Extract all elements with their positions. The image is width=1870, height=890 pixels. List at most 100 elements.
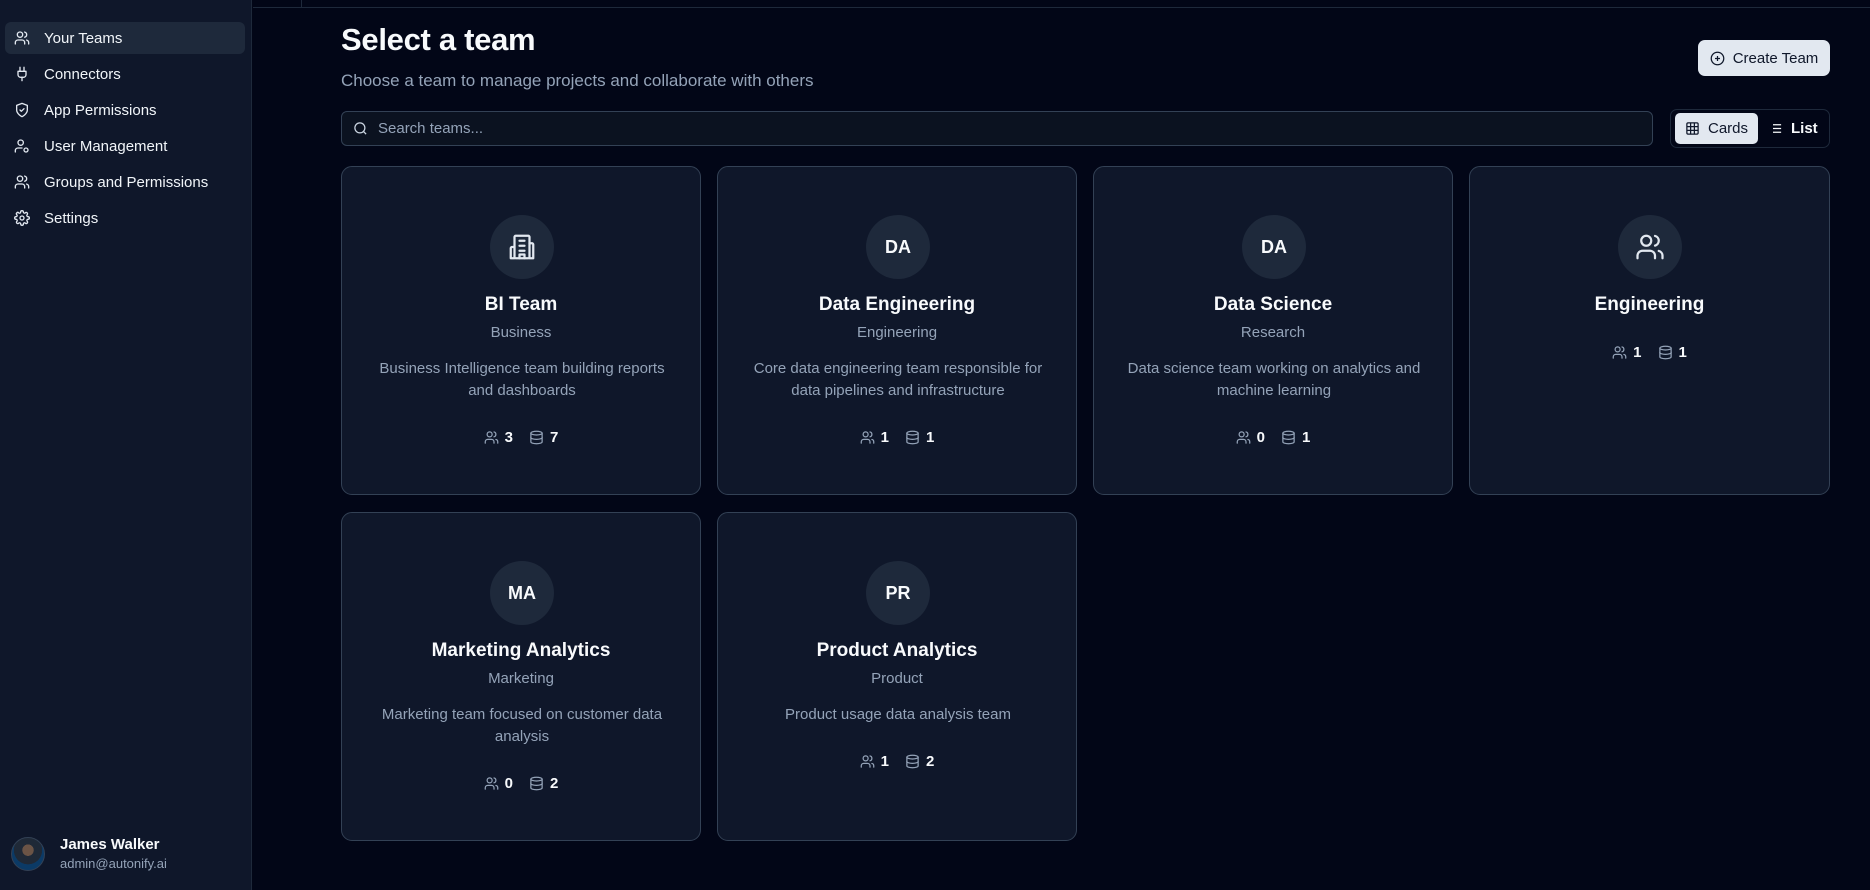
member-count: 0 [504, 775, 513, 792]
team-initials: PR [866, 561, 930, 625]
users-icon [1612, 346, 1627, 359]
member-count: 3 [504, 429, 513, 446]
plug-icon [14, 66, 30, 82]
user-email: admin@autonify.ai [60, 856, 167, 871]
team-stats: 3 7 [342, 429, 700, 446]
list-view-button[interactable]: List [1758, 113, 1828, 144]
team-card-data-engineering[interactable]: DA Data Engineering Engineering Core dat… [717, 166, 1077, 495]
sidebar-nav: Your Teams Connectors App Permissions Us… [5, 22, 245, 238]
search-input[interactable] [376, 119, 1580, 138]
dataset-count: 1 [926, 429, 935, 446]
team-description: Core data engineering team responsible f… [753, 360, 1043, 399]
sidebar: Your Teams Connectors App Permissions Us… [0, 0, 252, 890]
avatar [11, 836, 45, 871]
sidebar-item-connectors[interactable]: Connectors [5, 58, 245, 90]
team-name: Engineering [1594, 294, 1705, 315]
users-icon [860, 431, 875, 444]
sidebar-item-groups-and-permissions[interactable]: Groups and Permissions [5, 166, 245, 198]
sidebar-item-label: Groups and Permissions [44, 173, 209, 191]
users-icon [14, 174, 30, 190]
dataset-count: 2 [550, 775, 559, 792]
team-initials: DA [866, 215, 930, 279]
team-card-data-science[interactable]: DA Data Science Research Data science te… [1093, 166, 1453, 495]
users-icon [860, 755, 875, 768]
list-view-label: List [1791, 120, 1818, 137]
team-icon-circle [490, 215, 554, 279]
database-icon [1658, 345, 1672, 360]
cards-view-label: Cards [1707, 120, 1748, 137]
cards-view-button[interactable]: Cards [1675, 113, 1758, 144]
database-icon [530, 776, 543, 791]
dataset-count: 2 [926, 753, 935, 770]
user-cog-icon [14, 138, 30, 154]
top-divider-tick [301, 0, 302, 7]
gear-icon [14, 210, 30, 226]
team-category: Research [1240, 324, 1306, 341]
team-name: BI Team [484, 294, 558, 315]
sidebar-item-label: User Management [44, 137, 168, 155]
team-category: Marketing [488, 670, 554, 687]
team-description: Business Intelligence team building repo… [379, 360, 665, 399]
search-bar[interactable] [341, 111, 1653, 146]
sidebar-item-label: Settings [44, 209, 99, 227]
member-count: 1 [880, 753, 889, 770]
team-name: Product Analytics [816, 640, 978, 661]
team-icon-circle [1618, 215, 1682, 279]
team-description: Marketing team focused on customer data … [381, 706, 663, 745]
team-category: Engineering [856, 324, 938, 341]
plus-circle-icon [1710, 51, 1725, 65]
team-description: Product usage data analysis team [785, 706, 1011, 723]
member-count: 0 [1256, 429, 1265, 446]
team-category: Product [871, 670, 923, 687]
sidebar-item-app-permissions[interactable]: App Permissions [5, 94, 245, 126]
team-description: Data science team working on analytics a… [1127, 360, 1421, 399]
team-stats: 0 2 [342, 775, 700, 792]
dataset-count: 7 [550, 429, 559, 446]
database-icon [530, 430, 543, 445]
users-icon [14, 30, 30, 46]
team-card-marketing-analytics[interactable]: MA Marketing Analytics Marketing Marketi… [341, 512, 701, 841]
page-subtitle: Choose a team to manage projects and col… [341, 71, 814, 90]
team-category: Business [490, 324, 552, 341]
sidebar-item-label: Your Teams [44, 29, 123, 47]
user-profile[interactable]: James Walker admin@autonify.ai [11, 836, 167, 871]
sidebar-item-your-teams[interactable]: Your Teams [5, 22, 245, 54]
team-card-product-analytics[interactable]: PR Product Analytics Product Product usa… [717, 512, 1077, 841]
page-title: Select a team [341, 22, 536, 57]
create-team-label: Create Team [1732, 49, 1819, 67]
team-card-bi-team[interactable]: BI Team Business Business Intelligence t… [341, 166, 701, 495]
users-icon [1636, 234, 1664, 260]
team-stats: 1 1 [1470, 344, 1829, 361]
user-name: James Walker [60, 836, 160, 853]
team-name: Data Engineering [818, 294, 976, 315]
database-icon [906, 430, 919, 445]
team-name: Marketing Analytics [431, 640, 611, 661]
list-icon [1769, 124, 1782, 133]
team-initials: MA [490, 561, 554, 625]
database-icon [1282, 430, 1295, 445]
member-count: 1 [880, 429, 889, 446]
dataset-count: 1 [1678, 344, 1687, 361]
team-initials: DA [1242, 215, 1306, 279]
team-name: Data Science [1213, 294, 1333, 315]
database-icon [906, 754, 919, 769]
team-stats: 0 1 [1094, 429, 1452, 446]
team-stats: 1 2 [718, 753, 1076, 770]
building-icon [509, 234, 535, 260]
member-count: 1 [1633, 344, 1642, 361]
view-toggle: Cards List [1670, 109, 1830, 148]
sidebar-item-user-management[interactable]: User Management [5, 130, 245, 162]
users-icon [1236, 431, 1251, 444]
grid-icon [1686, 122, 1699, 135]
create-team-button[interactable]: Create Team [1698, 40, 1830, 76]
users-icon [484, 777, 499, 790]
sidebar-item-label: App Permissions [44, 101, 157, 119]
team-card-engineering[interactable]: Engineering 1 1 [1469, 166, 1830, 495]
search-icon [354, 122, 367, 135]
users-icon [484, 431, 499, 444]
dataset-count: 1 [1302, 429, 1311, 446]
top-divider [253, 7, 1870, 8]
sidebar-item-label: Connectors [44, 65, 121, 83]
sidebar-item-settings[interactable]: Settings [5, 202, 245, 234]
team-stats: 1 1 [718, 429, 1076, 446]
